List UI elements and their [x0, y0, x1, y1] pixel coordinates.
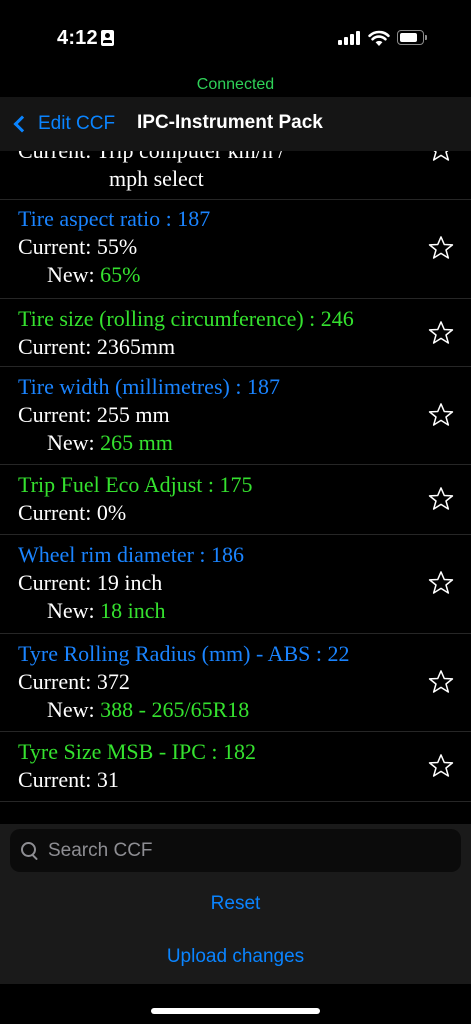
- new-value: 265 mm: [100, 430, 173, 455]
- reset-button[interactable]: Reset: [0, 893, 471, 915]
- current-label: Current:: [18, 570, 92, 595]
- list-item[interactable]: Tyre Rolling Radius (mm) - ABS : 22 Curr…: [0, 634, 471, 732]
- search-icon: [20, 841, 40, 861]
- current-label: Current:: [18, 500, 92, 525]
- current-value-line: Current: 55%: [18, 233, 411, 261]
- list-item[interactable]: Tire aspect ratio : 187 Current: 55% New…: [0, 200, 471, 299]
- battery-cap: [425, 35, 427, 40]
- list-item[interactable]: Tyre Size MSB - IPC : 182 Current: 31: [0, 732, 471, 802]
- search-input[interactable]: [48, 839, 461, 862]
- current-value: 372: [96, 669, 130, 694]
- page-title: IPC-Instrument Pack: [137, 112, 323, 133]
- status-bar: 4:12: [0, 0, 471, 70]
- item-title: Tyre Size MSB - IPC : 182: [18, 739, 257, 764]
- current-value-line: Current: 2365mm: [18, 333, 411, 361]
- current-value: 2365mm: [96, 334, 176, 359]
- current-label: Current:: [18, 669, 92, 694]
- list-item[interactable]: Trip Fuel Eco Adjust : 175 Current: 0%: [0, 465, 471, 535]
- item-title: Trip Fuel Eco Adjust : 175: [18, 472, 253, 497]
- new-value: 18 inch: [100, 598, 166, 623]
- battery-icon: [397, 30, 424, 45]
- item-title: Tyre Rolling Radius (mm) - ABS : 22: [18, 641, 350, 666]
- current-value-line: Current: 31: [18, 766, 411, 794]
- new-value: 388 - 265/65R18: [100, 697, 250, 722]
- upload-changes-button[interactable]: Upload changes: [0, 946, 471, 968]
- navigation-bar: Edit CCF IPC-Instrument Pack: [0, 97, 471, 151]
- wifi-icon: [368, 30, 390, 46]
- star-icon[interactable]: [427, 401, 455, 429]
- star-icon[interactable]: [427, 668, 455, 696]
- current-value-line: Current: 255 mm: [18, 401, 411, 429]
- home-indicator[interactable]: [151, 1008, 320, 1014]
- list-item[interactable]: Current: Trip computer km/h / mph select: [0, 151, 471, 200]
- item-title: Wheel rim diameter : 186: [18, 542, 245, 567]
- list-item[interactable]: Tire size (rolling circumference) : 246 …: [0, 299, 471, 367]
- item-title: Tire width (millimetres) : 187: [18, 374, 280, 399]
- list-item[interactable]: Wheel rim diameter : 186 Current: 19 inc…: [0, 535, 471, 634]
- chevron-left-icon: [13, 115, 31, 133]
- star-icon[interactable]: [427, 752, 455, 780]
- current-value-line: Current: Trip computer km/h /: [18, 151, 411, 165]
- current-label: Current:: [18, 334, 92, 359]
- connection-status: Connected: [196, 76, 275, 93]
- star-icon[interactable]: [427, 234, 455, 262]
- new-value-line: New: 265 mm: [18, 429, 411, 457]
- ccf-list[interactable]: Current: Trip computer km/h / mph select…: [0, 151, 471, 803]
- new-label: New:: [47, 262, 95, 287]
- current-value: 55%: [96, 234, 138, 259]
- current-label: Current:: [18, 402, 92, 427]
- star-icon[interactable]: [427, 485, 455, 513]
- new-value-line: New: 18 inch: [18, 597, 411, 625]
- current-value-line: Current: 0%: [18, 499, 411, 527]
- star-icon[interactable]: [427, 569, 455, 597]
- item-title: Tire size (rolling circumference) : 246: [18, 306, 354, 331]
- new-value: 65%: [100, 262, 141, 287]
- item-title: Tire aspect ratio : 187: [18, 206, 211, 231]
- cellular-signal-icon: [338, 31, 360, 45]
- new-value-line: New: 65%: [18, 261, 411, 289]
- new-label: New:: [47, 697, 95, 722]
- new-label: New:: [47, 430, 95, 455]
- current-label: Current:: [18, 767, 92, 792]
- star-icon[interactable]: [427, 151, 455, 164]
- back-button-label: Edit CCF: [38, 113, 116, 134]
- bottom-toolbar: Reset Upload changes: [0, 824, 471, 984]
- status-time: 4:12: [57, 27, 98, 49]
- new-value-line: New: 388 - 265/65R18: [18, 696, 411, 724]
- current-value-line: Current: 19 inch: [18, 569, 411, 597]
- new-label: New:: [47, 598, 95, 623]
- current-value-line-continued: mph select: [109, 166, 204, 191]
- current-value: 255 mm: [96, 402, 170, 427]
- current-value-line: Current: 372: [18, 668, 411, 696]
- search-field[interactable]: [10, 829, 461, 872]
- star-icon[interactable]: [427, 319, 455, 347]
- list-item[interactable]: Tire width (millimetres) : 187 Current: …: [0, 367, 471, 465]
- contact-card-icon: [101, 30, 114, 46]
- current-value: 31: [96, 767, 119, 792]
- back-button[interactable]: Edit CCF: [8, 111, 115, 137]
- current-label: Current:: [18, 234, 92, 259]
- current-value: 0%: [96, 500, 127, 525]
- current-value: 19 inch: [96, 570, 163, 595]
